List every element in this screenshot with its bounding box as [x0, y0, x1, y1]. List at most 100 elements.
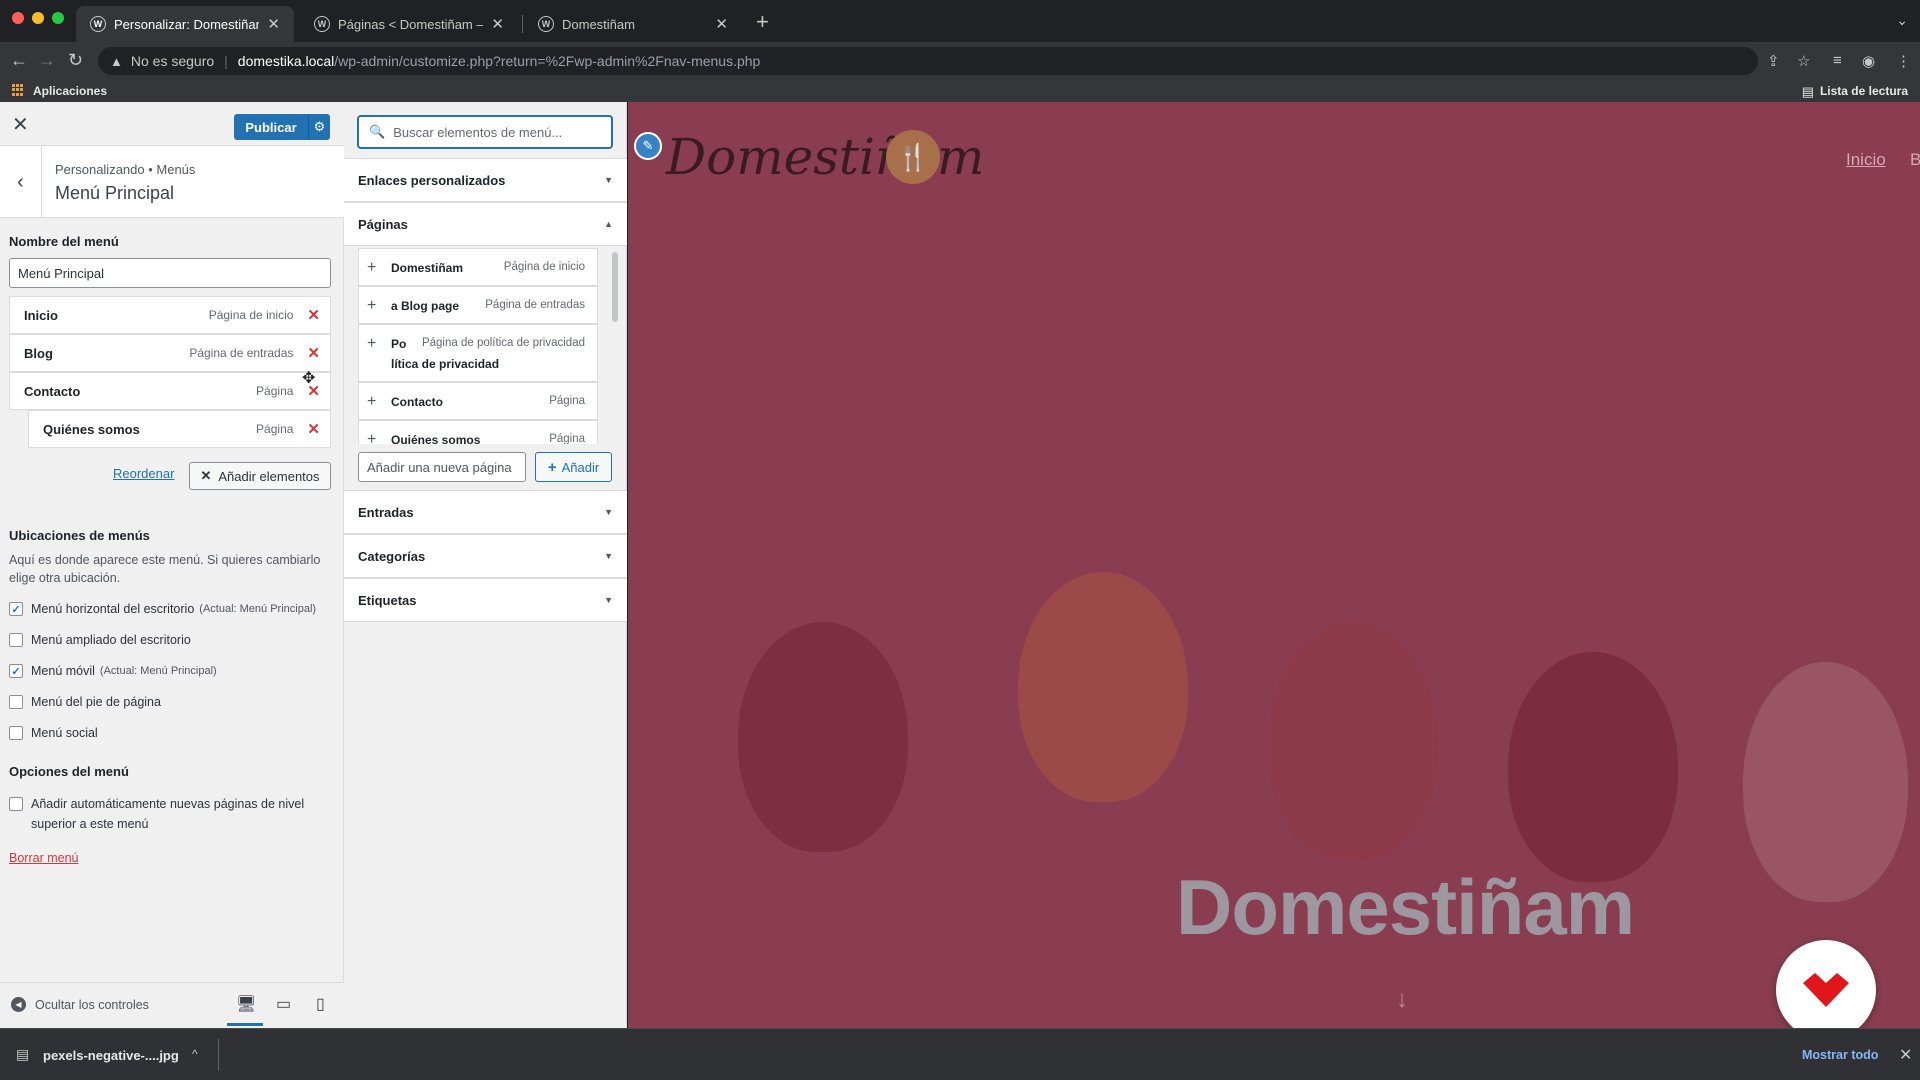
- close-tab-icon[interactable]: ✕: [267, 15, 280, 33]
- search-placeholder: Buscar elementos de menú...: [393, 124, 563, 140]
- url-field[interactable]: ▲ No es seguro | domestika.local /wp-adm…: [98, 47, 1758, 75]
- fork-knife-icon: 🍴: [886, 130, 940, 184]
- remove-item-icon[interactable]: ✕: [307, 420, 320, 438]
- section-custom-links[interactable]: Enlaces personalizados ▼: [344, 158, 627, 202]
- menu-item-inicio[interactable]: Inicio Página de inicio ✕: [9, 296, 331, 334]
- kebab-menu-icon[interactable]: ⋮: [1896, 52, 1911, 70]
- menu-options-title: Opciones del menú: [9, 764, 129, 779]
- back-chevron-icon[interactable]: ‹: [0, 146, 42, 218]
- section-categories[interactable]: Categorías ▼: [344, 534, 627, 578]
- publish-button[interactable]: Publicar: [234, 114, 308, 140]
- domestika-logo-badge[interactable]: [1776, 940, 1876, 1028]
- apps-grid-icon[interactable]: [12, 84, 24, 96]
- apps-bookmark[interactable]: Aplicaciones: [33, 84, 107, 98]
- location-note: (Actual: Menú Principal): [99, 665, 217, 677]
- reorder-link[interactable]: Reordenar: [113, 466, 174, 481]
- back-icon[interactable]: ←: [10, 50, 28, 71]
- remove-item-icon[interactable]: ✕: [307, 306, 320, 324]
- add-page-label: Añadir: [561, 459, 600, 475]
- location-footer[interactable]: Menú del pie de página: [9, 695, 161, 709]
- forward-icon[interactable]: →: [38, 50, 56, 71]
- warning-icon: ▲: [110, 53, 123, 69]
- page-item-contacto[interactable]: + Contacto Página: [358, 382, 598, 420]
- tab-search-icon[interactable]: ⌄: [1896, 12, 1908, 29]
- page-item-privacy[interactable]: + Po Página de política de privacidad lí…: [358, 324, 598, 382]
- menu-item-name: Quiénes somos: [43, 421, 140, 437]
- page-item-blog[interactable]: + a Blog page Página de entradas: [358, 286, 598, 324]
- download-bar: ▤ pexels-negative-....jpg ^ Mostrar todo…: [0, 1028, 1920, 1080]
- menu-item-contacto[interactable]: Contacto Página ✕: [9, 372, 331, 410]
- delete-menu-link[interactable]: Borrar menú: [9, 851, 78, 865]
- show-all-downloads-button[interactable]: Mostrar todo: [1802, 1048, 1878, 1062]
- spoon-image: [1018, 572, 1188, 802]
- tab-site[interactable]: W Domestiñam ✕: [524, 6, 742, 42]
- reading-list-icon[interactable]: ▤: [1802, 84, 1814, 100]
- menu-locations-title: Ubicaciones de menús: [9, 528, 150, 543]
- media-icon[interactable]: ≡: [1833, 52, 1842, 69]
- page-item-quienes-somos[interactable]: + Quiénes somos Página: [358, 420, 598, 444]
- profile-icon[interactable]: ◉: [1862, 52, 1875, 70]
- close-icon[interactable]: ✕: [1899, 1045, 1912, 1065]
- nav-link-blog[interactable]: B: [1910, 150, 1920, 170]
- section-pages[interactable]: Páginas ▲: [344, 202, 627, 246]
- maximize-window-button[interactable]: [52, 12, 64, 24]
- close-window-button[interactable]: [12, 12, 24, 24]
- section-label: Páginas: [358, 216, 408, 232]
- search-icon: 🔍: [369, 124, 386, 139]
- breadcrumb: Personalizando • Menús: [55, 162, 196, 177]
- tab-pages[interactable]: W Páginas < Domestiñam — WordPress ✕: [300, 6, 518, 42]
- customizer-panel: ✕ Publicar ⚙ ‹ Personalizando • Menús Me…: [0, 102, 344, 1028]
- location-social[interactable]: Menú social: [9, 726, 98, 740]
- minimize-window-button[interactable]: [32, 12, 44, 24]
- page-item-domestinam[interactable]: + Domestiñam Página de inicio: [358, 248, 598, 286]
- location-desktop-expanded[interactable]: Menú ampliado del escritorio: [9, 633, 191, 647]
- arrow-down-icon[interactable]: ↓: [1396, 986, 1408, 1014]
- chevron-up-icon[interactable]: ^: [192, 1047, 198, 1061]
- auto-add-label: Añadir automáticamente nuevas páginas de…: [31, 794, 304, 834]
- menu-item-blog[interactable]: Blog Página de entradas ✕: [9, 334, 331, 372]
- auto-add-pages-option[interactable]: Añadir automáticamente nuevas páginas de…: [9, 794, 304, 834]
- checkbox-icon[interactable]: [9, 633, 23, 647]
- mobile-preview-icon[interactable]: ▯: [316, 994, 325, 1014]
- remove-item-icon[interactable]: ✕: [307, 344, 320, 362]
- menu-item-quienes-somos[interactable]: Quiénes somos Página ✕: [28, 410, 331, 448]
- reload-icon[interactable]: ↻: [68, 50, 83, 71]
- page-name: Domestiñam: [391, 261, 464, 275]
- close-customizer-icon[interactable]: ✕: [12, 112, 29, 137]
- close-tab-icon[interactable]: ✕: [491, 15, 504, 33]
- menu-name-input[interactable]: [9, 258, 331, 288]
- download-file-name[interactable]: pexels-negative-....jpg: [43, 1048, 179, 1063]
- location-label: Menú del pie de página: [31, 695, 161, 709]
- checkbox-icon[interactable]: [9, 726, 23, 740]
- checkbox-checked-icon[interactable]: ✓: [9, 602, 23, 616]
- share-icon[interactable]: ⇪: [1767, 52, 1780, 70]
- add-icon: +: [367, 393, 377, 410]
- edit-shortcut-pencil-icon[interactable]: ✎: [634, 132, 662, 160]
- location-desktop-horizontal[interactable]: ✓ Menú horizontal del escritorio (Actual…: [9, 602, 316, 616]
- new-page-input[interactable]: Añadir una nueva página: [358, 452, 526, 482]
- publish-settings-gear-icon[interactable]: ⚙: [308, 114, 330, 140]
- section-posts[interactable]: Entradas ▼: [344, 490, 627, 534]
- close-tab-icon[interactable]: ✕: [715, 15, 728, 33]
- menu-name-label: Nombre del menú: [9, 234, 119, 249]
- pages-scrollbar[interactable]: [612, 248, 618, 444]
- location-mobile[interactable]: ✓ Menú móvil (Actual: Menú Principal): [9, 664, 217, 678]
- checkbox-icon[interactable]: [9, 695, 23, 709]
- checkbox-icon[interactable]: [9, 797, 23, 811]
- reading-list-button[interactable]: Lista de lectura: [1820, 84, 1908, 98]
- star-icon[interactable]: ☆: [1797, 52, 1810, 70]
- hide-controls-button[interactable]: Ocultar los controles: [35, 998, 149, 1012]
- checkbox-checked-icon[interactable]: ✓: [9, 664, 23, 678]
- section-tags[interactable]: Etiquetas ▼: [344, 578, 627, 622]
- add-page-button[interactable]: + Añadir: [535, 452, 612, 482]
- new-tab-button[interactable]: +: [756, 9, 769, 35]
- add-items-button[interactable]: ✕ Añadir elementos: [189, 462, 331, 490]
- desktop-preview-icon[interactable]: 🖥: [236, 994, 256, 1014]
- nav-link-inicio[interactable]: Inicio: [1846, 150, 1886, 170]
- page-title: Menú Principal: [55, 183, 175, 203]
- collapse-icon[interactable]: ◀: [11, 997, 26, 1012]
- scrollbar-thumb[interactable]: [612, 252, 618, 322]
- search-menu-items-input[interactable]: 🔍 Buscar elementos de menú...: [358, 116, 612, 148]
- tablet-preview-icon[interactable]: ▭: [276, 994, 291, 1014]
- tab-customize[interactable]: W Personalizar: Domestiñam ✕: [76, 6, 294, 42]
